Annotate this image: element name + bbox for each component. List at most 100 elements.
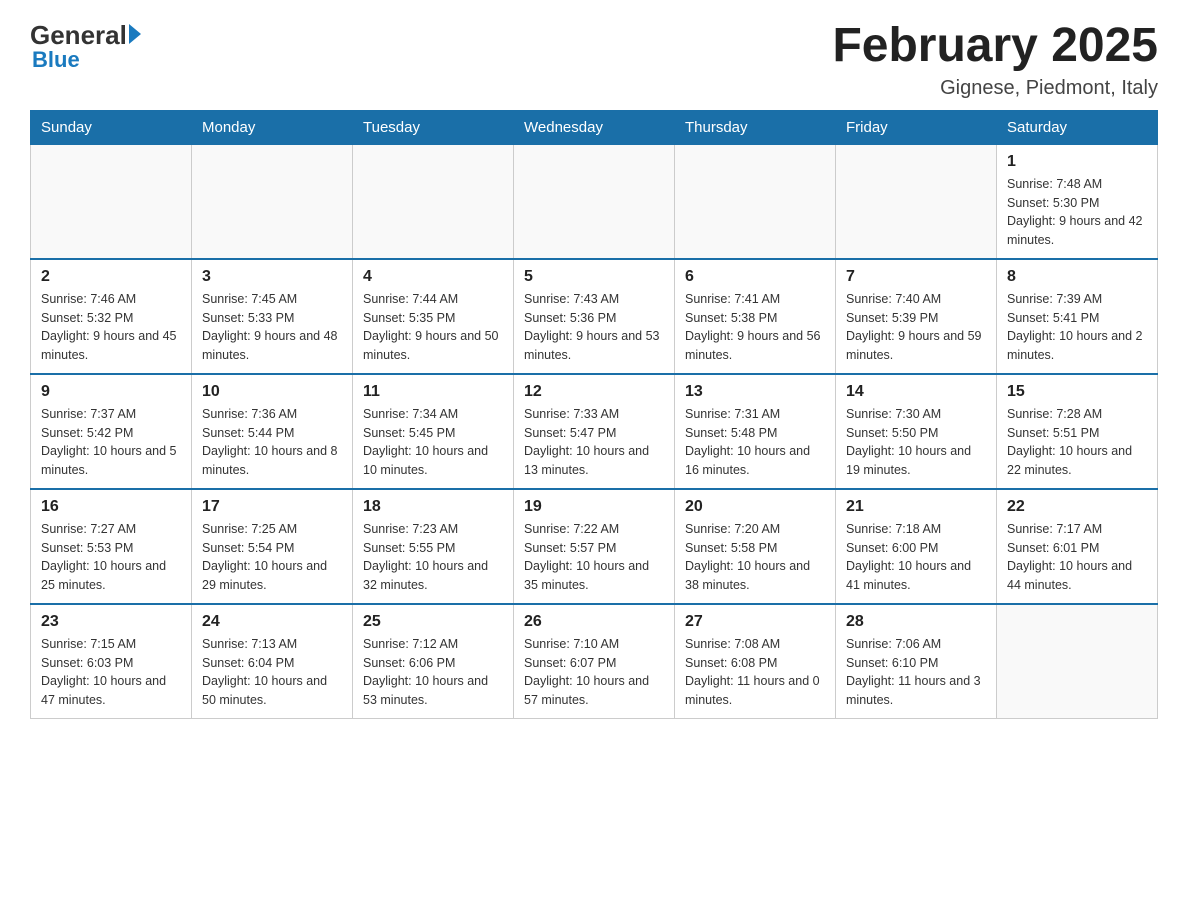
day-info: Sunrise: 7:22 AM Sunset: 5:57 PM Dayligh… [524,520,664,595]
weekday-header-row: Sunday Monday Tuesday Wednesday Thursday… [31,110,1158,144]
calendar-cell-w2-d2: 4 Sunrise: 7:44 AM Sunset: 5:35 PM Daylig… [353,259,514,374]
calendar-cell-w4-d0: 16 Sunrise: 7:27 AM Sunset: 5:53 PM Dayli… [31,489,192,604]
day-number: 12 [524,383,664,401]
day-info: Sunrise: 7:44 AM Sunset: 5:35 PM Dayligh… [363,290,503,365]
day-info: Sunrise: 7:28 AM Sunset: 5:51 PM Dayligh… [1007,405,1147,480]
day-info: Sunrise: 7:20 AM Sunset: 5:58 PM Dayligh… [685,520,825,595]
day-info: Sunrise: 7:41 AM Sunset: 5:38 PM Dayligh… [685,290,825,365]
day-info: Sunrise: 7:23 AM Sunset: 5:55 PM Dayligh… [363,520,503,595]
header-wednesday: Wednesday [514,110,675,144]
calendar-cell-w5-d3: 26 Sunrise: 7:10 AM Sunset: 6:07 PM Dayli… [514,604,675,719]
day-number: 19 [524,498,664,516]
day-number: 26 [524,613,664,631]
day-info: Sunrise: 7:48 AM Sunset: 5:30 PM Dayligh… [1007,175,1147,250]
calendar-cell-w2-d0: 2Sunrise: 7:46 AM Sunset: 5:32 PM Daylig… [31,259,192,374]
day-number: 27 [685,613,825,631]
day-number: 3 [202,268,342,286]
logo-triangle-icon [129,24,141,44]
calendar-cell-w3-d6: 15 Sunrise: 7:28 AM Sunset: 5:51 PM Dayli… [997,374,1158,489]
calendar-cell-w1-d0 [31,144,192,259]
day-number: 7 [846,268,986,286]
day-number: 18 [363,498,503,516]
header-friday: Friday [836,110,997,144]
day-number: 17 [202,498,342,516]
title-block: February 2025 Gignese, Piedmont, Italy [832,20,1158,100]
day-info: Sunrise: 7:31 AM Sunset: 5:48 PM Dayligh… [685,405,825,480]
day-info: Sunrise: 7:27 AM Sunset: 5:53 PM Dayligh… [41,520,181,595]
day-number: 16 [41,498,181,516]
calendar-cell-w2-d5: 7 Sunrise: 7:40 AM Sunset: 5:39 PM Daylig… [836,259,997,374]
calendar-cell-w3-d5: 14Sunrise: 7:30 AM Sunset: 5:50 PM Dayli… [836,374,997,489]
calendar-table: Sunday Monday Tuesday Wednesday Thursday… [30,110,1158,719]
header-monday: Monday [192,110,353,144]
calendar-cell-w5-d2: 25 Sunrise: 7:12 AM Sunset: 6:06 PM Dayli… [353,604,514,719]
day-info: Sunrise: 7:36 AM Sunset: 5:44 PM Dayligh… [202,405,342,480]
day-info: Sunrise: 7:17 AM Sunset: 6:01 PM Dayligh… [1007,520,1147,595]
day-info: Sunrise: 7:15 AM Sunset: 6:03 PM Dayligh… [41,635,181,710]
calendar-subtitle: Gignese, Piedmont, Italy [832,77,1158,100]
logo: General Blue [30,20,143,73]
day-info: Sunrise: 7:13 AM Sunset: 6:04 PM Dayligh… [202,635,342,710]
day-number: 11 [363,383,503,401]
day-number: 20 [685,498,825,516]
calendar-cell-w1-d2 [353,144,514,259]
calendar-cell-w3-d4: 13 Sunrise: 7:31 AM Sunset: 5:48 PM Dayli… [675,374,836,489]
calendar-cell-w3-d2: 11Sunrise: 7:34 AM Sunset: 5:45 PM Dayli… [353,374,514,489]
day-info: Sunrise: 7:43 AM Sunset: 5:36 PM Dayligh… [524,290,664,365]
calendar-cell-w1-d4 [675,144,836,259]
day-number: 25 [363,613,503,631]
calendar-cell-w1-d6: 1 Sunrise: 7:48 AM Sunset: 5:30 PM Daylig… [997,144,1158,259]
calendar-cell-w4-d1: 17 Sunrise: 7:25 AM Sunset: 5:54 PM Dayli… [192,489,353,604]
day-number: 8 [1007,268,1147,286]
day-number: 10 [202,383,342,401]
calendar-cell-w5-d4: 27 Sunrise: 7:08 AM Sunset: 6:08 PM Dayli… [675,604,836,719]
day-info: Sunrise: 7:18 AM Sunset: 6:00 PM Dayligh… [846,520,986,595]
calendar-cell-w5-d6 [997,604,1158,719]
day-info: Sunrise: 7:40 AM Sunset: 5:39 PM Dayligh… [846,290,986,365]
calendar-cell-w2-d1: 3 Sunrise: 7:45 AM Sunset: 5:33 PM Daylig… [192,259,353,374]
day-number: 24 [202,613,342,631]
calendar-cell-w5-d5: 28Sunrise: 7:06 AM Sunset: 6:10 PM Dayli… [836,604,997,719]
calendar-cell-w1-d3 [514,144,675,259]
day-info: Sunrise: 7:25 AM Sunset: 5:54 PM Dayligh… [202,520,342,595]
week-row-5: 23Sunrise: 7:15 AM Sunset: 6:03 PM Dayli… [31,604,1158,719]
calendar-cell-w5-d0: 23Sunrise: 7:15 AM Sunset: 6:03 PM Dayli… [31,604,192,719]
day-info: Sunrise: 7:10 AM Sunset: 6:07 PM Dayligh… [524,635,664,710]
page-header: General Blue February 2025 Gignese, Pied… [30,20,1158,100]
day-number: 15 [1007,383,1147,401]
day-info: Sunrise: 7:12 AM Sunset: 6:06 PM Dayligh… [363,635,503,710]
day-info: Sunrise: 7:39 AM Sunset: 5:41 PM Dayligh… [1007,290,1147,365]
header-thursday: Thursday [675,110,836,144]
day-info: Sunrise: 7:45 AM Sunset: 5:33 PM Dayligh… [202,290,342,365]
calendar-cell-w4-d5: 21 Sunrise: 7:18 AM Sunset: 6:00 PM Dayli… [836,489,997,604]
header-tuesday: Tuesday [353,110,514,144]
logo-blue-text: Blue [30,47,80,73]
day-number: 1 [1007,153,1147,171]
day-number: 14 [846,383,986,401]
day-number: 21 [846,498,986,516]
day-number: 6 [685,268,825,286]
day-number: 13 [685,383,825,401]
calendar-cell-w2-d6: 8 Sunrise: 7:39 AM Sunset: 5:41 PM Daylig… [997,259,1158,374]
header-sunday: Sunday [31,110,192,144]
calendar-cell-w1-d1 [192,144,353,259]
day-info: Sunrise: 7:06 AM Sunset: 6:10 PM Dayligh… [846,635,986,710]
calendar-cell-w3-d1: 10 Sunrise: 7:36 AM Sunset: 5:44 PM Dayli… [192,374,353,489]
week-row-2: 2Sunrise: 7:46 AM Sunset: 5:32 PM Daylig… [31,259,1158,374]
header-saturday: Saturday [997,110,1158,144]
calendar-cell-w4-d2: 18 Sunrise: 7:23 AM Sunset: 5:55 PM Dayli… [353,489,514,604]
calendar-cell-w3-d3: 12 Sunrise: 7:33 AM Sunset: 5:47 PM Dayli… [514,374,675,489]
day-number: 9 [41,383,181,401]
week-row-3: 9 Sunrise: 7:37 AM Sunset: 5:42 PM Daylig… [31,374,1158,489]
week-row-4: 16 Sunrise: 7:27 AM Sunset: 5:53 PM Dayli… [31,489,1158,604]
day-info: Sunrise: 7:33 AM Sunset: 5:47 PM Dayligh… [524,405,664,480]
day-number: 22 [1007,498,1147,516]
day-number: 4 [363,268,503,286]
calendar-cell-w1-d5 [836,144,997,259]
day-info: Sunrise: 7:37 AM Sunset: 5:42 PM Dayligh… [41,405,181,480]
calendar-cell-w2-d3: 5Sunrise: 7:43 AM Sunset: 5:36 PM Daylig… [514,259,675,374]
calendar-cell-w3-d0: 9 Sunrise: 7:37 AM Sunset: 5:42 PM Daylig… [31,374,192,489]
calendar-title: February 2025 [832,20,1158,73]
week-row-1: 1 Sunrise: 7:48 AM Sunset: 5:30 PM Daylig… [31,144,1158,259]
day-info: Sunrise: 7:08 AM Sunset: 6:08 PM Dayligh… [685,635,825,710]
